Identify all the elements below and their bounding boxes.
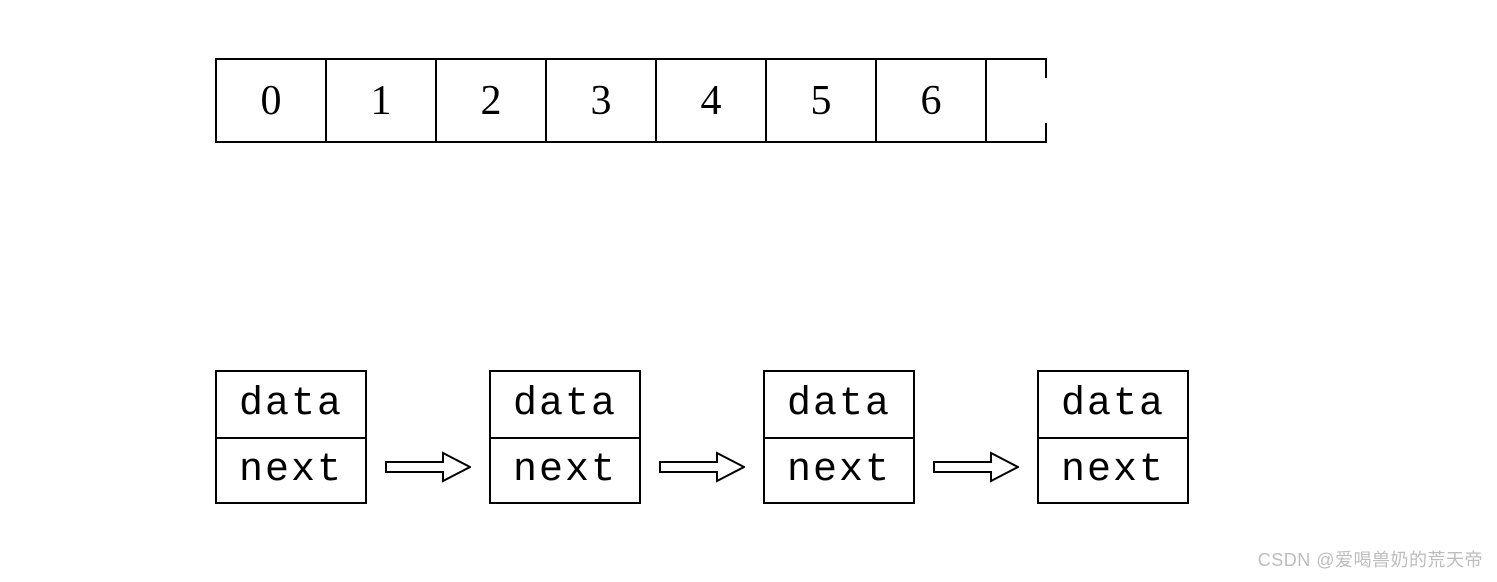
array-cell: 6 — [875, 58, 987, 143]
array-cell: 0 — [215, 58, 327, 143]
arrow-right-icon — [385, 449, 471, 485]
array-cell: 2 — [435, 58, 547, 143]
list-node: data next — [1037, 370, 1189, 504]
node-next-label: next — [491, 437, 639, 502]
list-node: data next — [489, 370, 641, 504]
node-next-label: next — [765, 437, 913, 502]
arrow-right-icon — [659, 449, 745, 485]
node-data-label: data — [1039, 372, 1187, 437]
array-cell: 3 — [545, 58, 657, 143]
array-cell: 1 — [325, 58, 437, 143]
node-next-label: next — [217, 437, 365, 502]
arrow-right-icon — [933, 449, 1019, 485]
watermark-text: CSDN @爱喝兽奶的荒天帝 — [1258, 546, 1483, 572]
list-node: data next — [763, 370, 915, 504]
linked-list-row: data next data next data next data next — [215, 370, 1189, 504]
array-cell: 5 — [765, 58, 877, 143]
list-node: data next — [215, 370, 367, 504]
node-data-label: data — [217, 372, 365, 437]
array-row: 0 1 2 3 4 5 6 — [215, 58, 1045, 143]
array-tail — [985, 58, 1045, 143]
node-next-label: next — [1039, 437, 1187, 502]
node-data-label: data — [491, 372, 639, 437]
node-data-label: data — [765, 372, 913, 437]
array-cell: 4 — [655, 58, 767, 143]
